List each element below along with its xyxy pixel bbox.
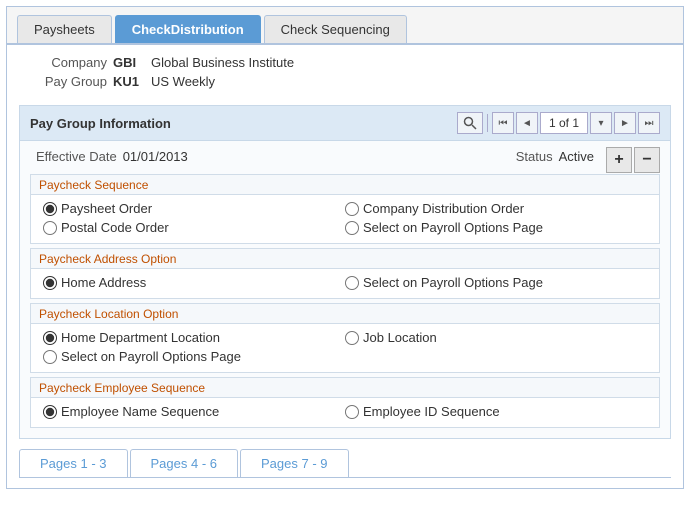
paycheck-address-section: Paycheck Address Option Home Address Sel… bbox=[30, 248, 660, 299]
radio-select-payroll-2: Select on Payroll Options Page bbox=[345, 275, 647, 290]
radio-employee-name-seq-label: Employee Name Sequence bbox=[61, 404, 219, 419]
paycheck-employee-seq-body: Employee Name Sequence Employee ID Seque… bbox=[31, 398, 659, 427]
status-value: Active bbox=[559, 149, 594, 164]
remove-button[interactable]: − bbox=[634, 147, 660, 173]
prev-page-button[interactable]: ◄ bbox=[516, 112, 538, 134]
effective-date-value: 01/01/2013 bbox=[123, 149, 188, 164]
tab-check-sequencing[interactable]: Check Sequencing bbox=[264, 15, 407, 43]
radio-row-2: Postal Code Order Select on Payroll Opti… bbox=[43, 220, 647, 235]
radio-row: Paysheet Order Company Distribution Orde… bbox=[43, 201, 647, 216]
next-page-button[interactable]: ► bbox=[614, 112, 636, 134]
radio-row-emp-seq: Employee Name Sequence Employee ID Seque… bbox=[43, 404, 647, 419]
paycheck-employee-seq-section: Paycheck Employee Sequence Employee Name… bbox=[30, 377, 660, 428]
header-info: Company GBI Global Business Institute Pa… bbox=[7, 45, 683, 99]
radio-select-payroll-1-label: Select on Payroll Options Page bbox=[363, 220, 543, 235]
section-header: Pay Group Information ⏮ ◄ 1 of 1 ▾ ► ⏭ bbox=[20, 106, 670, 141]
radio-home-address-input[interactable] bbox=[43, 276, 57, 290]
bottom-tab-pages-1-3[interactable]: Pages 1 - 3 bbox=[19, 449, 128, 477]
paycheck-sequence-section: Paycheck Sequence Paysheet Order Company… bbox=[30, 174, 660, 244]
radio-company-dist: Company Distribution Order bbox=[345, 201, 647, 216]
company-label: Company bbox=[27, 55, 107, 70]
radio-employee-id-seq-label: Employee ID Sequence bbox=[363, 404, 500, 419]
paycheck-address-title: Paycheck Address Option bbox=[31, 249, 659, 269]
radio-select-payroll-3: Select on Payroll Options Page bbox=[43, 349, 647, 364]
radio-select-payroll-2-label: Select on Payroll Options Page bbox=[363, 275, 543, 290]
company-description: Global Business Institute bbox=[151, 55, 294, 70]
radio-select-payroll-3-input[interactable] bbox=[43, 350, 57, 364]
nav-controls: ⏮ ◄ 1 of 1 ▾ ► ⏭ bbox=[457, 112, 660, 134]
bottom-tab-pages-7-9[interactable]: Pages 7 - 9 bbox=[240, 449, 349, 477]
radio-home-address-label: Home Address bbox=[61, 275, 146, 290]
radio-employee-id-seq-input[interactable] bbox=[345, 405, 359, 419]
main-tabs: Paysheets CheckDistribution Check Sequen… bbox=[7, 7, 683, 45]
radio-home-dept-input[interactable] bbox=[43, 331, 57, 345]
tab-paysheets[interactable]: Paysheets bbox=[17, 15, 112, 43]
first-page-button[interactable]: ⏮ bbox=[492, 112, 514, 134]
paycheck-sequence-title: Paycheck Sequence bbox=[31, 175, 659, 195]
add-remove-buttons: + − bbox=[606, 147, 660, 173]
radio-select-payroll-1: Select on Payroll Options Page bbox=[345, 220, 647, 235]
radio-row-location-2: Select on Payroll Options Page bbox=[43, 349, 647, 364]
radio-job-location-label: Job Location bbox=[363, 330, 437, 345]
search-button[interactable] bbox=[457, 112, 483, 134]
radio-employee-name-seq: Employee Name Sequence bbox=[43, 404, 345, 419]
radio-company-dist-input[interactable] bbox=[345, 202, 359, 216]
paycheck-sequence-body: Paysheet Order Company Distribution Orde… bbox=[31, 195, 659, 243]
paycheck-employee-seq-title: Paycheck Employee Sequence bbox=[31, 378, 659, 398]
tab-check-distribution[interactable]: CheckDistribution bbox=[115, 15, 261, 43]
radio-row-location-1: Home Department Location Job Location bbox=[43, 330, 647, 345]
page-dropdown-button[interactable]: ▾ bbox=[590, 112, 612, 134]
search-icon bbox=[463, 116, 477, 130]
paycheck-location-title: Paycheck Location Option bbox=[31, 304, 659, 324]
radio-postal-code-label: Postal Code Order bbox=[61, 220, 169, 235]
paycheck-location-section: Paycheck Location Option Home Department… bbox=[30, 303, 660, 373]
nav-divider bbox=[487, 114, 488, 132]
last-page-button[interactable]: ⏭ bbox=[638, 112, 660, 134]
add-button[interactable]: + bbox=[606, 147, 632, 173]
radio-paysheet-order-label: Paysheet Order bbox=[61, 201, 152, 216]
radio-postal-code-input[interactable] bbox=[43, 221, 57, 235]
bottom-tabs: Pages 1 - 3 Pages 4 - 6 Pages 7 - 9 bbox=[19, 449, 671, 478]
radio-employee-id-seq: Employee ID Sequence bbox=[345, 404, 647, 419]
company-code: GBI bbox=[113, 55, 143, 70]
effective-date-label: Effective Date bbox=[36, 149, 117, 164]
radio-employee-name-seq-input[interactable] bbox=[43, 405, 57, 419]
radio-job-location: Job Location bbox=[345, 330, 647, 345]
radio-select-payroll-1-input[interactable] bbox=[345, 221, 359, 235]
radio-paysheet-order: Paysheet Order bbox=[43, 201, 345, 216]
page-indicator: 1 of 1 bbox=[540, 112, 588, 134]
radio-home-address: Home Address bbox=[43, 275, 345, 290]
radio-postal-code: Postal Code Order bbox=[43, 220, 345, 235]
bottom-tab-pages-4-6[interactable]: Pages 4 - 6 bbox=[130, 449, 239, 477]
status-label: Status bbox=[516, 149, 553, 164]
effective-date-row: Effective Date 01/01/2013 Status Active bbox=[20, 141, 670, 170]
paycheck-location-body: Home Department Location Job Location Se… bbox=[31, 324, 659, 372]
radio-paysheet-order-input[interactable] bbox=[43, 202, 57, 216]
radio-home-dept: Home Department Location bbox=[43, 330, 345, 345]
paygroup-code: KU1 bbox=[113, 74, 143, 89]
paycheck-address-body: Home Address Select on Payroll Options P… bbox=[31, 269, 659, 298]
radio-row-address: Home Address Select on Payroll Options P… bbox=[43, 275, 647, 290]
paygroup-label: Pay Group bbox=[27, 74, 107, 89]
section-title: Pay Group Information bbox=[30, 116, 171, 131]
radio-home-dept-label: Home Department Location bbox=[61, 330, 220, 345]
radio-select-payroll-2-input[interactable] bbox=[345, 276, 359, 290]
pay-group-information-panel: Pay Group Information ⏮ ◄ 1 of 1 ▾ ► ⏭ bbox=[19, 105, 671, 439]
radio-job-location-input[interactable] bbox=[345, 331, 359, 345]
paygroup-description: US Weekly bbox=[151, 74, 215, 89]
radio-company-dist-label: Company Distribution Order bbox=[363, 201, 524, 216]
radio-select-payroll-3-label: Select on Payroll Options Page bbox=[61, 349, 241, 364]
